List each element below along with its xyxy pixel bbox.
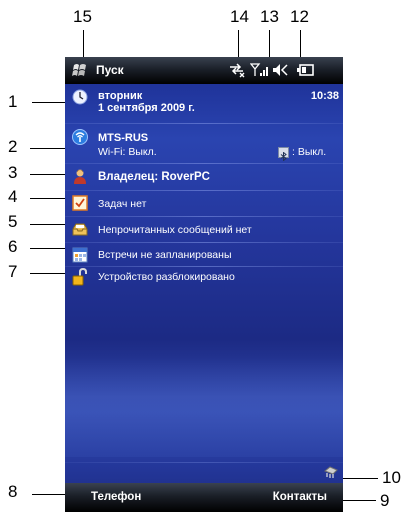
lock-status-label: Устройство разблокировано <box>98 271 235 283</box>
time-label: 10:38 <box>310 90 339 102</box>
divider <box>65 242 343 243</box>
today-screen: Пуск вторник 1 сентября 2009 г. 10:38 MT… <box>65 57 343 512</box>
connectivity-icon[interactable] <box>228 61 246 79</box>
operator-label: MTS-RUS <box>98 132 149 144</box>
unlocked-padlock-icon <box>72 267 88 286</box>
notification-icon[interactable] <box>324 465 338 479</box>
wifi-status: Wi-Fi: Выкл. <box>98 146 157 158</box>
calendar-icon <box>72 247 88 263</box>
tasks-label: Задач нет <box>98 198 147 210</box>
signal-strength-icon[interactable] <box>250 61 268 79</box>
owner-person-icon <box>72 168 88 184</box>
callout-9: 9 <box>380 491 390 510</box>
device-lock-row[interactable]: Устройство разблокировано <box>65 267 343 290</box>
date-time-row[interactable]: вторник 1 сентября 2009 г. 10:38 <box>65 88 343 120</box>
softkey-bar: Телефон Контакты <box>65 483 343 512</box>
leader-line-9 <box>338 500 376 501</box>
tasks-checklist-icon <box>72 195 88 211</box>
softkey-left-phone[interactable]: Телефон <box>91 491 141 503</box>
messages-row[interactable]: Непрочитанных сообщений нет <box>65 218 343 242</box>
clock-icon <box>72 89 88 105</box>
bluetooth-icon <box>278 147 289 162</box>
callout-6: 6 <box>8 237 18 256</box>
divider <box>65 266 343 267</box>
appointments-label: Встречи не запланированы <box>98 249 232 261</box>
divider <box>65 190 343 191</box>
callout-13: 13 <box>260 7 279 26</box>
top-taskbar: Пуск <box>65 57 343 84</box>
softkey-right-contacts[interactable]: Контакты <box>273 491 327 503</box>
callout-15: 15 <box>73 7 92 26</box>
start-menu-label[interactable]: Пуск <box>96 63 124 77</box>
date-label: 1 сентября 2009 г. <box>98 102 195 114</box>
callout-5: 5 <box>8 212 18 231</box>
wireless-row[interactable]: MTS-RUS Wi-Fi: Выкл. : Выкл. <box>65 127 343 162</box>
leader-line-10 <box>340 478 378 479</box>
bluetooth-status: : Выкл. <box>292 146 327 158</box>
divider <box>65 163 343 164</box>
divider <box>65 462 343 463</box>
volume-muted-icon[interactable] <box>272 61 288 79</box>
appointments-row[interactable]: Встречи не запланированы <box>65 244 343 266</box>
callout-14: 14 <box>230 7 249 26</box>
wireless-manager-icon <box>72 129 88 145</box>
callout-10: 10 <box>382 468 401 487</box>
callout-4: 4 <box>8 187 18 206</box>
tasks-row[interactable]: Задач нет <box>65 193 343 215</box>
wallpaper-band <box>65 357 343 457</box>
inbox-icon <box>72 221 88 237</box>
divider <box>65 123 343 124</box>
callout-2: 2 <box>8 137 18 156</box>
callout-8: 8 <box>8 482 18 501</box>
windows-flag-icon[interactable] <box>72 63 88 78</box>
callout-7: 7 <box>8 262 18 281</box>
callout-3: 3 <box>8 163 18 182</box>
callout-12: 12 <box>290 7 309 26</box>
battery-icon[interactable] <box>296 61 314 79</box>
messages-label: Непрочитанных сообщений нет <box>98 224 252 236</box>
owner-row[interactable]: Владелец: RoverPC <box>65 166 343 188</box>
callout-1: 1 <box>8 92 18 111</box>
divider <box>65 216 343 217</box>
owner-label: Владелец: RoverPC <box>98 171 210 183</box>
